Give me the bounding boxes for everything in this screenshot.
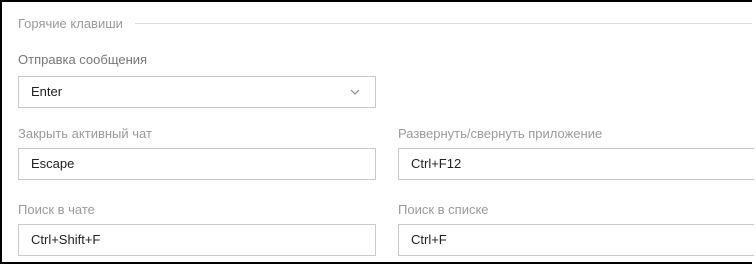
toggle-app-value: Ctrl+F12 [411, 156, 462, 171]
send-message-select[interactable]: Enter [18, 76, 376, 108]
close-chat-input[interactable]: Escape [18, 148, 376, 180]
send-message-label: Отправка сообщения [18, 52, 148, 67]
send-message-value: Enter [31, 84, 63, 99]
search-list-input[interactable]: Ctrl+F [398, 224, 754, 256]
search-list-value: Ctrl+F [411, 232, 447, 247]
toggle-app-input[interactable]: Ctrl+F12 [398, 148, 754, 180]
close-chat-label: Закрыть активный чат [18, 126, 152, 141]
section-divider [134, 22, 752, 24]
search-chat-input[interactable]: Ctrl+Shift+F [18, 224, 376, 256]
hotkeys-panel: Горячие клавиши Отправка сообщения Enter… [0, 0, 754, 264]
search-chat-value: Ctrl+Shift+F [31, 232, 101, 247]
section-header: Горячие клавиши [18, 14, 752, 32]
search-chat-label: Поиск в чате [18, 202, 95, 217]
close-chat-value: Escape [31, 156, 75, 171]
toggle-app-label: Развернуть/свернуть приложение [398, 126, 603, 141]
search-list-label: Поиск в списке [398, 202, 489, 217]
chevron-down-icon [350, 89, 360, 95]
section-title: Горячие клавиши [18, 15, 123, 31]
